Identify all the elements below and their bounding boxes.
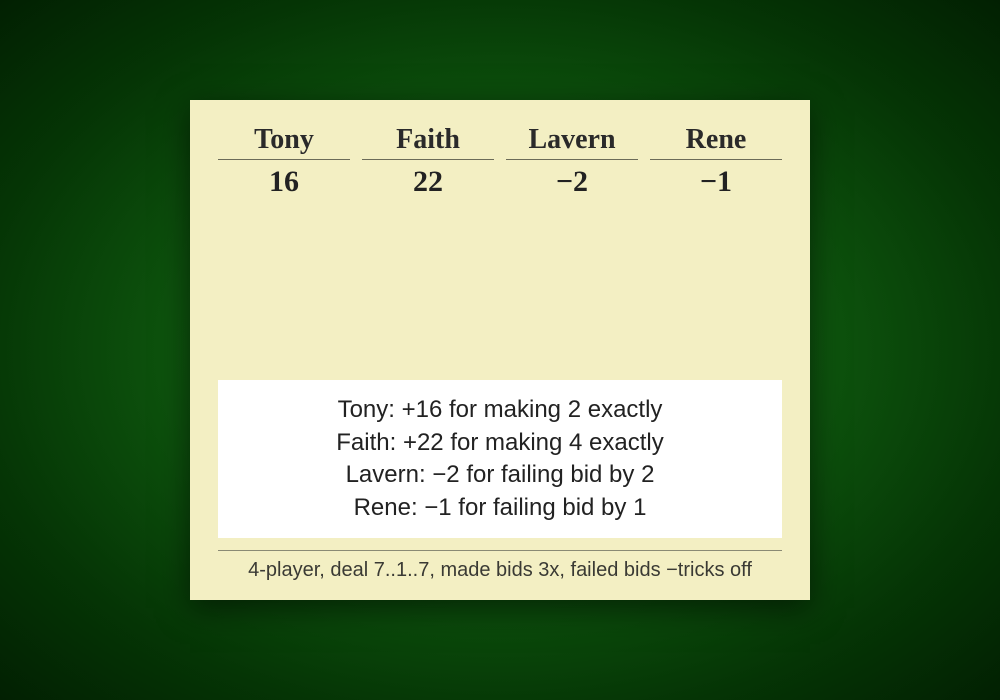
scorepad-spacer xyxy=(218,200,782,380)
log-line: Rene: −1 for failing bid by 1 xyxy=(228,492,772,524)
scorepad: Tony 16 Faith 22 Lavern −2 Rene −1 Tony:… xyxy=(190,100,810,600)
round-log: Tony: +16 for making 2 exactly Faith: +2… xyxy=(218,380,782,538)
players-row: Tony 16 Faith 22 Lavern −2 Rene −1 xyxy=(218,122,782,200)
log-line: Lavern: −2 for failing bid by 2 xyxy=(228,459,772,491)
player-col-rene: Rene −1 xyxy=(650,122,782,200)
rules-summary: 4-player, deal 7..1..7, made bids 3x, fa… xyxy=(218,550,782,582)
player-name: Lavern xyxy=(506,122,638,160)
log-line: Tony: +16 for making 2 exactly xyxy=(228,394,772,426)
player-score: 16 xyxy=(218,164,350,200)
player-score: 22 xyxy=(362,164,494,200)
player-col-faith: Faith 22 xyxy=(362,122,494,200)
player-col-lavern: Lavern −2 xyxy=(506,122,638,200)
player-score: −2 xyxy=(506,164,638,200)
player-score: −1 xyxy=(650,164,782,200)
player-name: Rene xyxy=(650,122,782,160)
player-name: Faith xyxy=(362,122,494,160)
player-name: Tony xyxy=(218,122,350,160)
log-line: Faith: +22 for making 4 exactly xyxy=(228,427,772,459)
player-col-tony: Tony 16 xyxy=(218,122,350,200)
